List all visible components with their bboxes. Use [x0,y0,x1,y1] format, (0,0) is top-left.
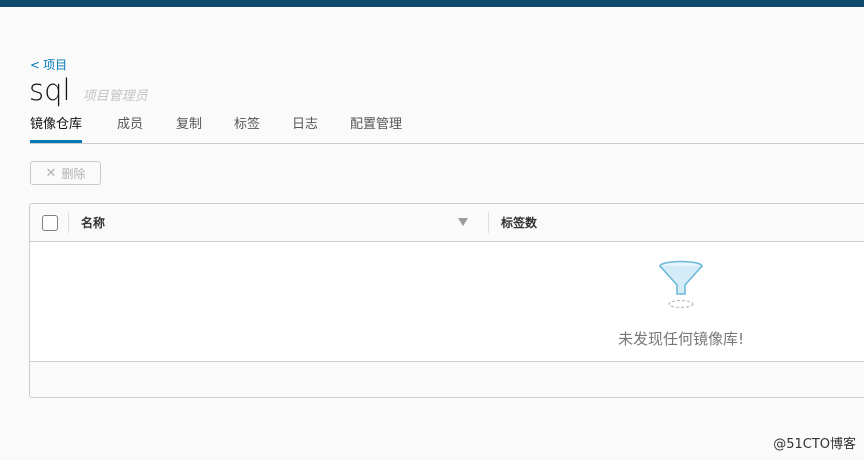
tab-logs[interactable]: 日志 [292,112,318,143]
column-header-tag-count[interactable]: 标签数 [501,214,537,231]
column-header-name[interactable]: 名称 [81,214,105,231]
chevron-left-icon: < [30,58,41,72]
top-header-bar [0,0,864,7]
column-separator [488,212,489,233]
delete-button-label: 删除 [61,166,86,181]
datagrid-footer [30,361,864,397]
page-title: sql [29,73,71,107]
funnel-icon [659,260,703,309]
project-tabs: 镜像仓库 成员 复制 标签 日志 配置管理 [30,112,864,144]
filter-icon[interactable] [458,218,468,226]
watermark: @51CTO博客 [773,437,856,452]
datagrid-header: 名称 标签数 [30,204,864,242]
project-role-label: 项目管理员 [82,89,148,104]
tab-members[interactable]: 成员 [117,112,143,143]
page-title-row: sql 项目管理员 [29,72,148,108]
delete-button[interactable]: ✕ 删除 [30,161,101,185]
column-separator [68,212,69,233]
breadcrumb-back-link[interactable]: < 项目 [30,56,67,73]
repository-datagrid: 名称 标签数 未发现任何镜像库! [29,203,864,398]
empty-state-message: 未发现任何镜像库! [617,330,744,348]
select-all-checkbox[interactable] [42,215,58,231]
tab-replication[interactable]: 复制 [176,112,202,143]
back-link-label: 项目 [43,58,68,72]
tab-labels[interactable]: 标签 [234,112,260,143]
tab-repositories[interactable]: 镜像仓库 [30,112,83,143]
tab-configuration[interactable]: 配置管理 [350,112,402,143]
close-icon: ✕ [45,165,57,181]
